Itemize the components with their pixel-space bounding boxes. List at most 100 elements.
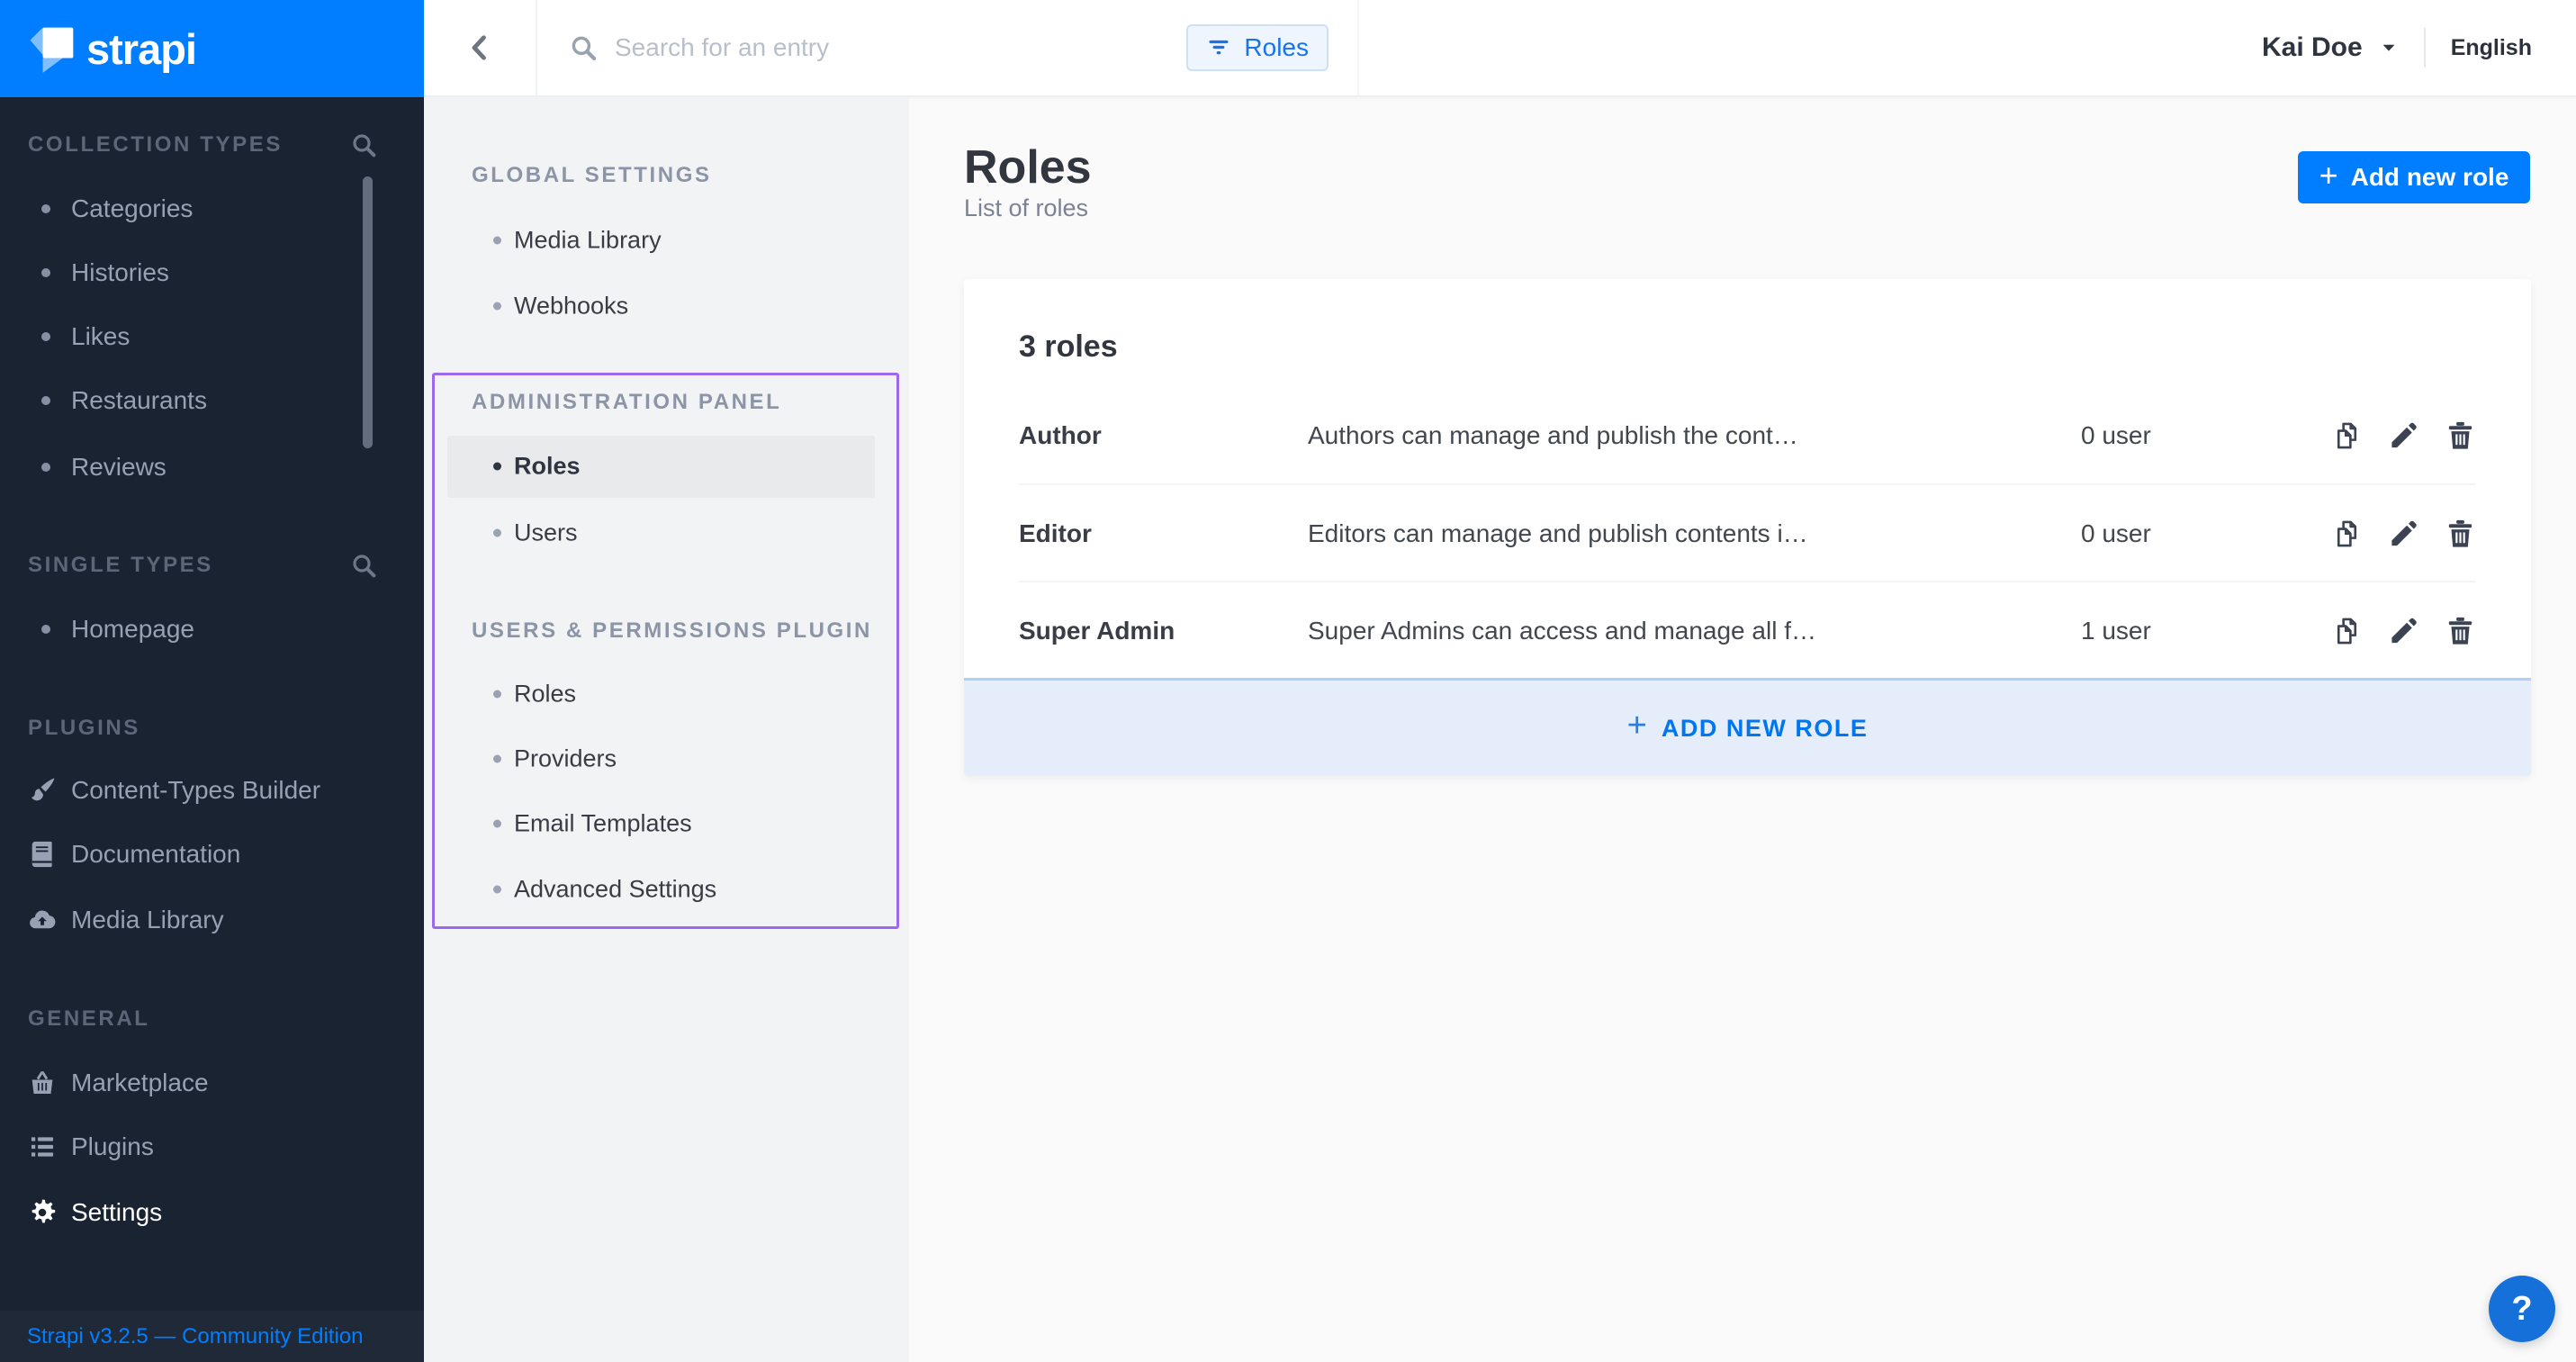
delete-icon[interactable] — [2444, 419, 2477, 452]
sidebar-item-restaurants[interactable]: Restaurants — [71, 386, 207, 415]
add-new-role-footer-button[interactable]: + ADD NEW ROLE — [964, 678, 2531, 776]
search-icon[interactable] — [349, 131, 378, 159]
role-name: Editor — [1019, 519, 1092, 548]
book-icon — [27, 839, 58, 870]
sidebar-item-homepage[interactable]: Homepage — [71, 615, 194, 644]
settings-sidebar: GLOBAL SETTINGS Media Library Webhooks A… — [424, 97, 909, 1362]
section-general: GENERAL — [28, 1006, 150, 1032]
add-new-role-button[interactable]: + Add new role — [2298, 151, 2530, 203]
edit-icon[interactable] — [2387, 419, 2420, 452]
sidebar-item-reviews[interactable]: Reviews — [71, 453, 167, 482]
bullet-icon — [41, 463, 50, 472]
sidebar-scrollbar[interactable] — [363, 176, 373, 448]
bullet-icon — [493, 690, 501, 699]
sidebar-item-media-library[interactable]: Media Library — [71, 906, 224, 934]
filter-icon — [1206, 35, 1231, 60]
strapi-admin-app: strapi COLLECTION TYPES Categories Histo… — [0, 0, 2576, 1362]
role-user-count: 0 user — [2081, 519, 2151, 548]
strapi-logo[interactable]: strapi — [0, 0, 424, 97]
table-row-super-admin[interactable]: Super Admin Super Admins can access and … — [964, 582, 2531, 679]
roles-card: 3 roles Author Authors can manage and pu… — [964, 279, 2531, 776]
row-actions — [2330, 614, 2477, 647]
sidebar-item-likes[interactable]: Likes — [71, 322, 130, 351]
duplicate-icon[interactable] — [2330, 614, 2364, 647]
table-row-editor[interactable]: Editor Editors can manage and publish co… — [964, 485, 2531, 582]
user-menu[interactable]: Kai Doe — [2262, 32, 2363, 63]
main-sidebar: strapi COLLECTION TYPES Categories Histo… — [0, 0, 424, 1362]
role-description: Authors can manage and publish the cont… — [1308, 421, 1798, 450]
back-button[interactable] — [424, 0, 537, 95]
version-link[interactable]: Strapi v3.2.5 — Community Edition — [27, 1324, 364, 1349]
settings-item-users[interactable]: Users — [514, 519, 578, 547]
sidebar-item-content-types-builder[interactable]: Content-Types Builder — [71, 776, 320, 805]
strapi-logo-icon — [27, 23, 77, 74]
question-mark-icon: ? — [2511, 1290, 2532, 1329]
edit-icon[interactable] — [2387, 614, 2420, 647]
delete-icon[interactable] — [2444, 614, 2477, 647]
sidebar-item-histories[interactable]: Histories — [71, 258, 169, 287]
top-header: Roles Kai Doe English — [424, 0, 2576, 97]
table-row-author[interactable]: Author Authors can manage and publish th… — [964, 387, 2531, 483]
filter-chip-label: Roles — [1244, 33, 1309, 62]
bullet-icon — [41, 396, 50, 405]
delete-icon[interactable] — [2444, 517, 2477, 550]
caret-down-icon[interactable] — [2379, 38, 2399, 58]
help-button[interactable]: ? — [2489, 1276, 2555, 1342]
user-area: Kai Doe English — [2262, 0, 2532, 95]
settings-item-webhooks[interactable]: Webhooks — [514, 293, 628, 320]
bullet-icon — [41, 625, 50, 634]
header-divider — [2424, 28, 2426, 68]
bullet-icon — [493, 755, 501, 763]
sidebar-item-documentation[interactable]: Documentation — [71, 840, 240, 869]
bullet-icon — [493, 237, 501, 245]
role-user-count: 1 user — [2081, 617, 2151, 645]
plus-icon: + — [2319, 159, 2338, 192]
bullet-icon — [41, 268, 50, 277]
bullet-icon — [493, 820, 501, 828]
brand-name: strapi — [86, 24, 196, 74]
settings-item-email-templates[interactable]: Email Templates — [514, 810, 692, 838]
role-name: Super Admin — [1019, 617, 1175, 645]
group-users-permissions-plugin: USERS & PERMISSIONS PLUGIN — [472, 618, 872, 644]
bullet-icon — [41, 332, 50, 341]
group-global-settings: GLOBAL SETTINGS — [472, 163, 712, 188]
row-actions — [2330, 419, 2477, 452]
list-icon — [27, 1132, 58, 1162]
sidebar-item-marketplace[interactable]: Marketplace — [71, 1069, 209, 1097]
basket-icon — [27, 1068, 58, 1098]
role-name: Author — [1019, 421, 1102, 450]
active-item-background — [447, 436, 875, 498]
chevron-left-icon — [464, 32, 496, 64]
duplicate-icon[interactable] — [2330, 517, 2364, 550]
section-collection-types: COLLECTION TYPES — [28, 132, 283, 158]
settings-item-advanced-settings[interactable]: Advanced Settings — [514, 876, 716, 904]
settings-item-media-library[interactable]: Media Library — [514, 227, 662, 255]
settings-item-providers[interactable]: Providers — [514, 745, 617, 773]
language-selector[interactable]: English — [2451, 35, 2532, 61]
bullet-icon — [493, 302, 501, 311]
cloud-upload-icon — [27, 905, 58, 935]
group-administration-panel: ADMINISTRATION PANEL — [472, 390, 781, 415]
section-plugins: PLUGINS — [28, 716, 140, 741]
sidebar-item-settings[interactable]: Settings — [71, 1198, 162, 1227]
role-description: Editors can manage and publish contents … — [1308, 519, 1808, 548]
bullet-icon — [493, 529, 501, 537]
paint-brush-icon — [27, 775, 58, 806]
bullet-icon — [493, 886, 501, 894]
role-description: Super Admins can access and manage all f… — [1308, 617, 1816, 645]
bullet-icon — [41, 204, 50, 213]
settings-item-roles-admin[interactable]: Roles — [514, 453, 581, 481]
filter-chip-roles[interactable]: Roles — [1186, 24, 1329, 71]
page-title: Roles — [964, 140, 1092, 194]
sidebar-item-categories[interactable]: Categories — [71, 194, 193, 223]
search-icon — [568, 32, 599, 63]
add-new-role-label: Add new role — [2351, 163, 2509, 192]
duplicate-icon[interactable] — [2330, 419, 2364, 452]
search-icon[interactable] — [349, 551, 378, 580]
edit-icon[interactable] — [2387, 517, 2420, 550]
settings-item-roles-plugin[interactable]: Roles — [514, 681, 576, 708]
sidebar-footer: Strapi v3.2.5 — Community Edition — [0, 1311, 424, 1362]
sidebar-item-plugins[interactable]: Plugins — [71, 1132, 154, 1161]
search-input[interactable] — [615, 33, 1186, 62]
section-single-types: SINGLE TYPES — [28, 553, 213, 578]
